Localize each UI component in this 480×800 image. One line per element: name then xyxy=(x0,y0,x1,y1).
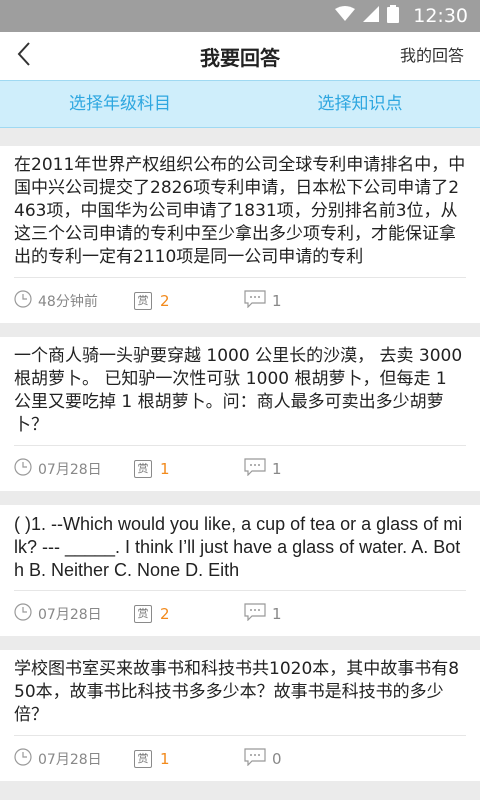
question-meta: 07月28日 赏 1 0 xyxy=(14,735,466,781)
comment-icon xyxy=(244,602,266,625)
question-text: ( )1. --Which would you like, a cup of t… xyxy=(14,514,463,580)
question-text: 在2011年世界产权组织公布的公司全球专利申请排名中，中国中兴公司提交了2826… xyxy=(14,155,466,267)
comment-count: 1 xyxy=(272,459,282,478)
question-time: 48分钟前 xyxy=(38,293,98,310)
header-bar: 我要回答 我的回答 xyxy=(0,32,480,80)
question-text: 一个商人骑一头驴要穿越 1000 公里长的沙漠， 去卖 3000 根胡萝卜。 已… xyxy=(14,346,463,435)
status-bar: 12:30 xyxy=(0,0,480,32)
chevron-left-icon xyxy=(16,41,32,71)
signal-icon xyxy=(363,6,380,26)
back-button[interactable] xyxy=(4,32,44,80)
grade-subject-filter[interactable]: 选择年级科目 xyxy=(0,81,240,127)
reward-icon: 赏 xyxy=(134,459,152,478)
question-list: 在2011年世界产权组织公布的公司全球专利申请排名中，中国中兴公司提交了2826… xyxy=(0,128,480,781)
battery-icon xyxy=(387,5,400,27)
reward-icon: 赏 xyxy=(134,291,152,310)
comment-count: 1 xyxy=(272,604,282,623)
question-time: 07月28日 xyxy=(38,461,102,478)
question-card[interactable]: 在2011年世界产权组织公布的公司全球专利申请排名中，中国中兴公司提交了2826… xyxy=(0,146,480,323)
question-meta: 48分钟前 赏 2 1 xyxy=(14,277,466,323)
comment-count: 0 xyxy=(272,749,282,768)
reward-icon: 赏 xyxy=(134,604,152,623)
filter-bar: 选择年级科目 选择知识点 xyxy=(0,80,480,128)
question-card[interactable]: 一个商人骑一头驴要穿越 1000 公里长的沙漠， 去卖 3000 根胡萝卜。 已… xyxy=(0,337,480,491)
question-time: 07月28日 xyxy=(38,606,102,623)
clock-icon xyxy=(14,289,32,312)
question-card[interactable]: 学校图书室买来故事书和科技书共1020本，其中故事书有850本，故事书比科技书多… xyxy=(0,650,480,781)
reward-value: 1 xyxy=(160,749,170,768)
status-time: 12:30 xyxy=(413,5,468,27)
question-meta: 07月28日 赏 2 1 xyxy=(14,590,466,636)
clock-icon xyxy=(14,602,32,625)
question-time: 07月28日 xyxy=(38,751,102,768)
question-card[interactable]: ( )1. --Which would you like, a cup of t… xyxy=(0,505,480,636)
clock-icon xyxy=(14,747,32,770)
comment-icon xyxy=(244,457,266,480)
reward-value: 2 xyxy=(160,291,170,310)
reward-value: 2 xyxy=(160,604,170,623)
my-answers-link[interactable]: 我的回答 xyxy=(400,32,464,80)
knowledge-point-filter[interactable]: 选择知识点 xyxy=(240,81,480,127)
reward-value: 1 xyxy=(160,459,170,478)
comment-icon xyxy=(244,289,266,312)
question-text: 学校图书室买来故事书和科技书共1020本，其中故事书有850本，故事书比科技书多… xyxy=(14,659,460,725)
wifi-icon xyxy=(335,6,356,26)
reward-icon: 赏 xyxy=(134,749,152,768)
comment-count: 1 xyxy=(272,291,282,310)
question-meta: 07月28日 赏 1 1 xyxy=(14,445,466,491)
clock-icon xyxy=(14,457,32,480)
comment-icon xyxy=(244,747,266,770)
